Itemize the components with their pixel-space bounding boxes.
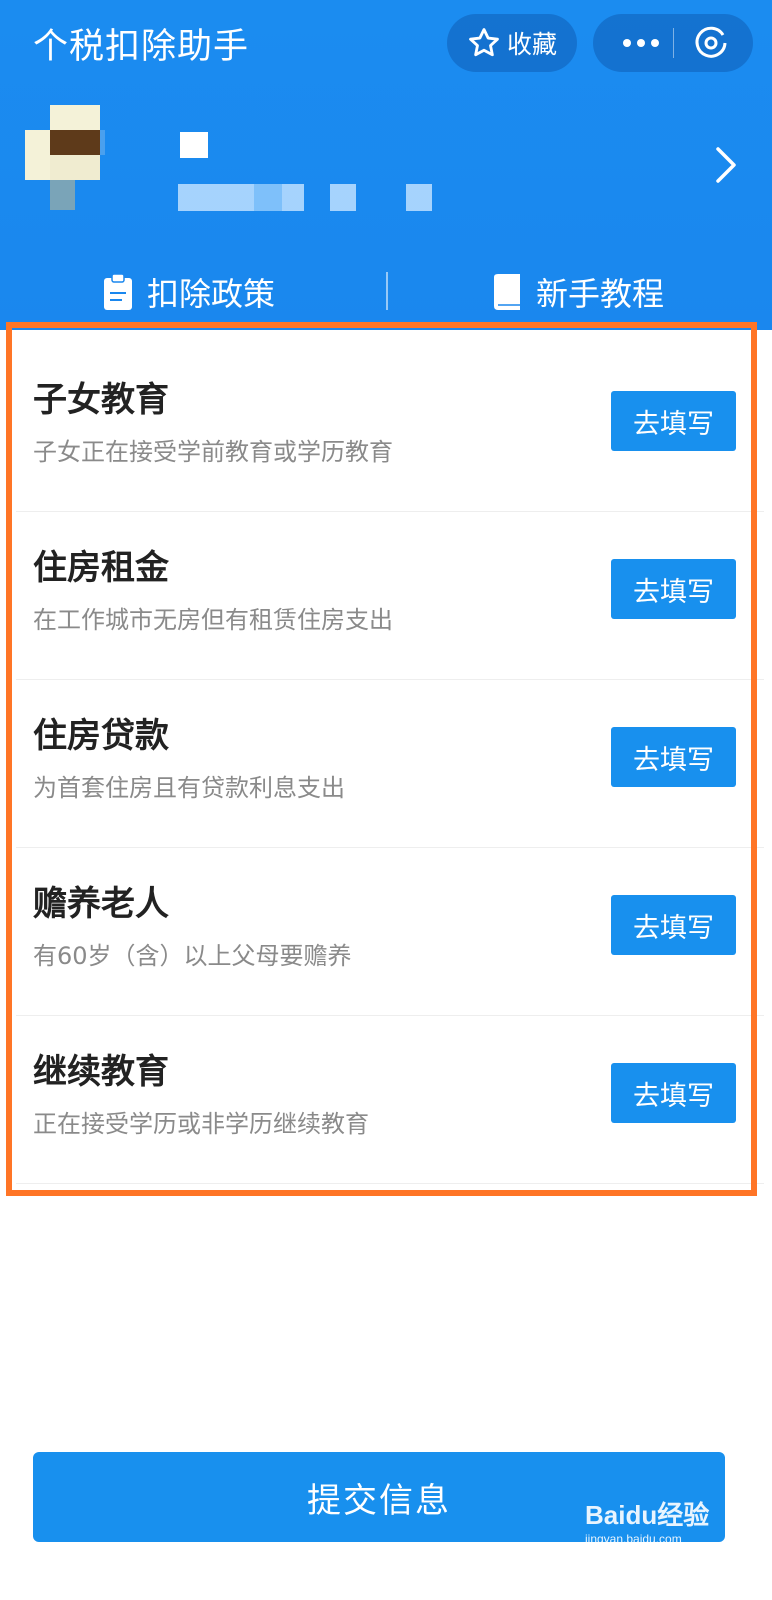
tutorial-link[interactable]: 新手教程 — [492, 262, 664, 322]
quick-links-divider — [386, 272, 388, 310]
book-icon — [494, 274, 520, 310]
more-icon[interactable] — [619, 28, 663, 58]
app-title: 个税扣除助手 — [33, 27, 250, 67]
watermark-brand: Baidu经验 — [585, 1500, 710, 1530]
tutorial-label: 新手教程 — [536, 275, 665, 313]
deduction-policy-label: 扣除政策 — [147, 275, 276, 313]
miniprogram-capsule — [593, 14, 753, 72]
favorite-label: 收藏 — [506, 30, 557, 59]
watermark: Baidu经验 jingyan.baidu.com — [585, 1495, 709, 1546]
highlight-frame — [6, 322, 757, 1196]
favorite-button[interactable]: 收藏 — [447, 14, 577, 72]
capsule-divider — [673, 28, 674, 58]
app-header: 个税扣除助手 收藏 扣除政策 新手教程 — [0, 0, 772, 330]
avatar[interactable] — [25, 105, 105, 210]
clipboard-icon — [104, 273, 132, 310]
user-info-redacted — [178, 184, 254, 211]
chevron-right-icon[interactable] — [712, 145, 740, 185]
user-name-redacted — [180, 132, 208, 158]
deduction-policy-link[interactable]: 扣除政策 — [103, 262, 275, 322]
quick-links: 扣除政策 新手教程 — [0, 262, 772, 322]
star-icon — [469, 28, 499, 57]
watermark-url: jingyan.baidu.com — [585, 1532, 682, 1546]
close-icon[interactable] — [693, 25, 729, 61]
